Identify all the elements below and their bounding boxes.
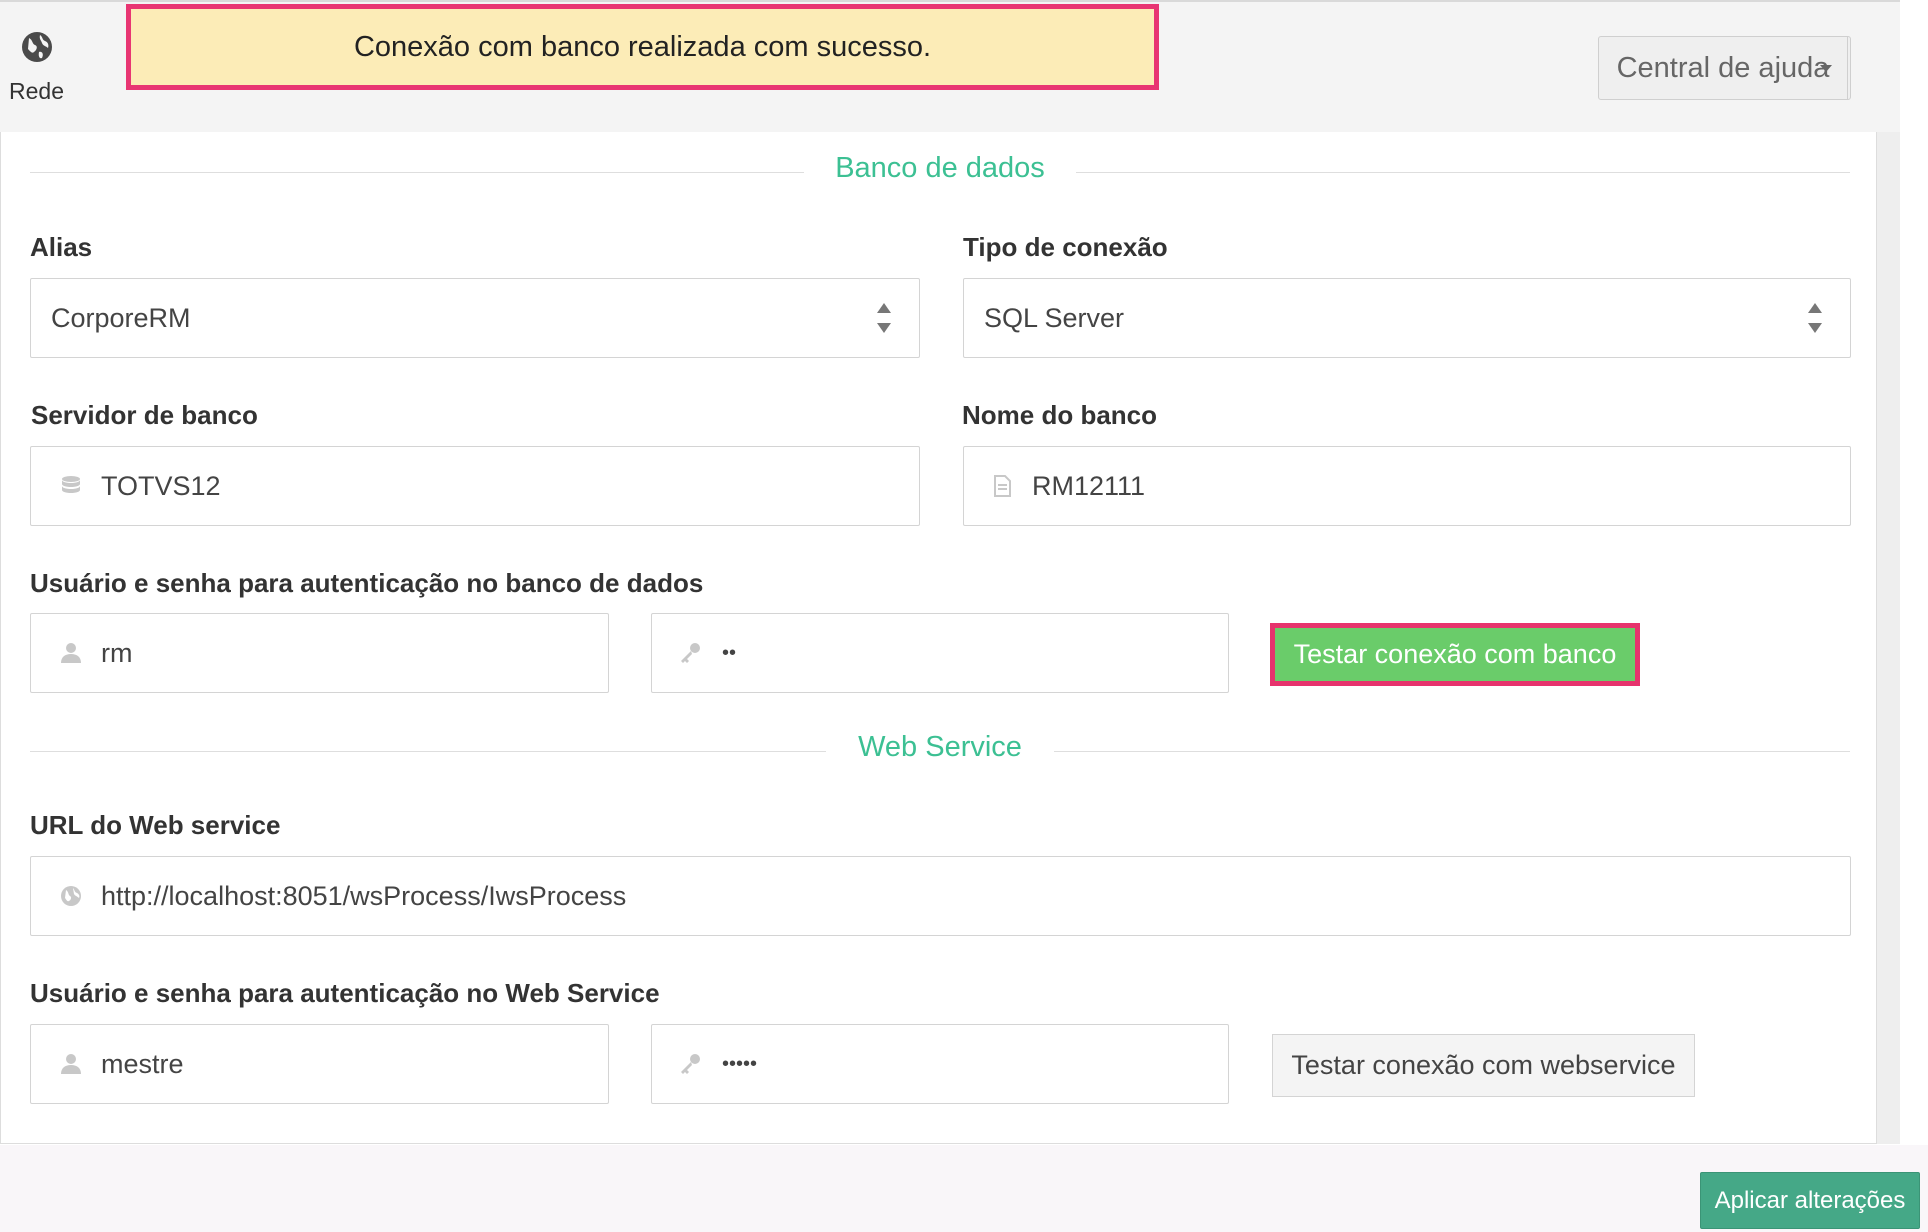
globe-icon[interactable] [20,30,54,64]
server-field[interactable]: TOTVS12 [30,446,920,526]
db-user-value: rm [101,638,133,668]
db-user-field[interactable]: rm [30,613,609,693]
ws-user-field[interactable]: mestre [30,1024,609,1104]
db-name-label: Nome do banco [962,400,1158,430]
footer-bar [0,1145,1928,1232]
section-divider [1076,172,1850,173]
database-icon [59,474,83,498]
help-center-button[interactable]: Central de ajuda [1598,36,1851,100]
ws-user-value: mestre [101,1049,184,1079]
alias-select[interactable]: CorporeRM [30,278,920,358]
connection-type-select[interactable]: SQL Server [963,278,1851,358]
success-toast: Conexão com banco realizada com sucesso. [126,4,1159,90]
document-icon [990,474,1014,498]
section-divider [30,172,804,173]
ws-auth-label: Usuário e senha para autenticação no Web… [30,978,660,1008]
apply-changes-button[interactable]: Aplicar alterações [1700,1172,1920,1229]
db-name-value: RM12111 [1032,471,1146,501]
db-password-value: •• [722,642,737,664]
section-title-webservice: Web Service [858,731,1022,763]
connection-type-label: Tipo de conexão [963,232,1168,262]
db-password-field[interactable]: •• [651,613,1229,693]
scrollbar[interactable] [1876,132,1900,1144]
connection-type-value: SQL Server [984,303,1125,333]
alias-value: CorporeRM [51,303,191,333]
chevron-down-icon[interactable] [1800,37,1850,99]
ws-password-value: ••••• [722,1053,758,1075]
select-arrows-icon [1808,301,1822,337]
server-label: Servidor de banco [31,400,258,430]
section-divider [30,751,826,752]
alias-label: Alias [30,232,93,262]
ws-url-value: http://localhost:8051/wsProcess/IwsProce… [101,881,627,911]
rede-nav-label[interactable]: Rede [9,78,64,105]
section-divider [1054,751,1850,752]
user-icon [59,1052,83,1076]
section-title-database: Banco de dados [835,152,1045,184]
db-auth-label: Usuário e senha para autenticação no ban… [30,568,704,598]
ws-url-field[interactable]: http://localhost:8051/wsProcess/IwsProce… [30,856,1851,936]
test-db-connection-button[interactable]: Testar conexão com banco [1270,623,1640,686]
server-value: TOTVS12 [101,471,221,501]
globe-icon [59,884,83,908]
user-icon [59,641,83,665]
db-name-field[interactable]: RM12111 [963,446,1851,526]
ws-url-label: URL do Web service [30,810,281,840]
ws-password-field[interactable]: ••••• [651,1024,1229,1104]
select-arrows-icon [877,301,891,337]
test-ws-connection-button[interactable]: Testar conexão com webservice [1272,1034,1695,1097]
key-icon [678,641,702,665]
key-icon [678,1052,702,1076]
